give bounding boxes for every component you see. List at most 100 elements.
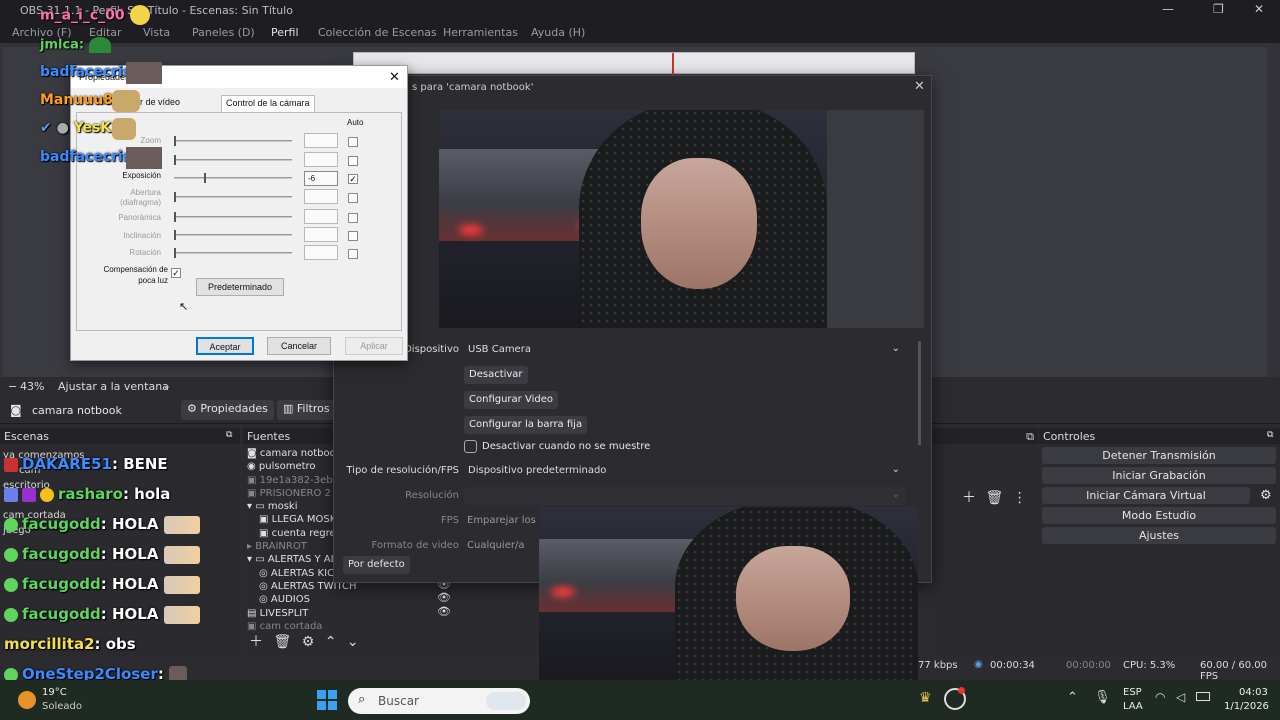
mixer-float-icon[interactable]: ⧉ — [932, 428, 1038, 444]
minimize-icon[interactable]: — — [1162, 2, 1174, 16]
focus-slider[interactable] — [174, 155, 292, 165]
close-icon[interactable]: ✕ — [914, 79, 925, 94]
zoom-minus-icon[interactable]: − — [8, 380, 17, 393]
zoom-mode[interactable]: Ajustar a la ventana — [58, 380, 169, 393]
start-virtualcam-button[interactable]: Iniciar Cámara Virtual — [1042, 487, 1250, 504]
language-code[interactable]: ESP — [1123, 687, 1142, 698]
app-icon[interactable]: ♛ — [919, 690, 932, 706]
microphone-icon[interactable]: 🎙 — [1094, 690, 1111, 705]
menu-paneles[interactable]: Paneles (D) — [192, 26, 255, 39]
slider-thumb[interactable] — [174, 230, 176, 240]
menu-vista[interactable]: Vista — [143, 26, 170, 39]
default-button[interactable]: Predeterminado — [196, 278, 284, 296]
gear-icon[interactable]: ⚙ — [302, 634, 315, 650]
chevron-up-icon[interactable]: ⌃ — [1067, 690, 1078, 705]
exposure-slider[interactable] — [174, 173, 292, 183]
focus-auto-checkbox[interactable] — [348, 156, 358, 166]
clock-time[interactable]: 04:03 — [1239, 687, 1268, 698]
gear-icon[interactable]: ⚙ — [1260, 488, 1272, 503]
tilt-slider[interactable] — [174, 230, 292, 240]
configure-video-button[interactable]: Configurar Video — [464, 391, 558, 409]
selected-source-name: camara notbook — [32, 404, 122, 417]
resolution-select[interactable]: ⌄ — [464, 487, 906, 505]
dock-float-icon[interactable]: ⧉ — [1267, 430, 1273, 440]
battery-icon[interactable] — [1196, 692, 1210, 701]
aperture-auto-checkbox[interactable] — [348, 193, 358, 203]
ok-button[interactable]: Aceptar — [196, 337, 254, 355]
menu-herramientas[interactable]: Herramientas — [443, 26, 518, 39]
close-icon[interactable]: ✕ — [1254, 2, 1264, 16]
slider-thumb[interactable] — [174, 248, 176, 258]
menu-perfil[interactable]: Perfil — [271, 26, 299, 39]
pan-value[interactable] — [304, 209, 338, 224]
weather-desc[interactable]: Soleado — [42, 701, 82, 712]
deactivate-button[interactable]: Desactivar — [464, 366, 528, 384]
add-icon[interactable]: ＋ — [249, 634, 263, 650]
start-recording-button[interactable]: Iniciar Grabación — [1042, 467, 1276, 484]
speaker-icon[interactable]: ◁ — [1176, 690, 1185, 704]
defaults-button[interactable]: Por defecto — [343, 556, 410, 574]
aperture-slider[interactable] — [174, 192, 292, 202]
source-label: PRISIONERO 2 — [259, 487, 331, 499]
taskbar-search[interactable]: ⌕ Buscar — [348, 688, 530, 714]
res-type-select[interactable]: Dispositivo predeterminado ⌄ — [464, 462, 906, 480]
zoom-value[interactable] — [304, 133, 338, 148]
weather-temp[interactable]: 19°C — [42, 687, 67, 698]
slider-thumb[interactable] — [174, 212, 176, 222]
wifi-icon[interactable]: ◠ — [1155, 690, 1165, 704]
clock-date[interactable]: 1/1/2026 — [1224, 701, 1269, 712]
add-icon[interactable]: ＋ — [962, 490, 976, 506]
lowlight-checkbox[interactable]: ✓ — [171, 268, 181, 278]
studio-mode-button[interactable]: Modo Estudio — [1042, 507, 1276, 524]
keyboard-layout[interactable]: LAA — [1123, 701, 1143, 712]
zoom-auto-checkbox[interactable] — [348, 137, 358, 147]
windows-start-icon[interactable] — [317, 690, 337, 710]
tab-camera-control[interactable]: Control de la cámara — [221, 95, 315, 113]
stop-stream-button[interactable]: Detener Transmisión — [1042, 447, 1276, 464]
source-item[interactable]: ▤ LIVESPLIT — [247, 607, 357, 620]
maximize-icon[interactable]: ❐ — [1213, 2, 1224, 16]
cancel-button[interactable]: Cancelar — [267, 337, 331, 355]
down-icon[interactable]: ⌄ — [347, 634, 359, 650]
trash-icon[interactable]: 🗑 — [273, 634, 291, 650]
eye-icon[interactable]: 👁 — [437, 591, 451, 604]
exposure-auto-checkbox[interactable]: ✓ — [348, 174, 358, 184]
settings-button[interactable]: Ajustes — [1042, 527, 1276, 544]
dock-float-icon[interactable]: ⧉ — [226, 430, 232, 440]
eye-icon[interactable]: 👁 — [437, 605, 451, 618]
menu-coleccion[interactable]: Colección de Escenas — [318, 26, 437, 39]
menu-ayuda[interactable]: Ayuda (H) — [531, 26, 585, 39]
hide-checkbox[interactable] — [464, 440, 477, 453]
slider-thumb[interactable] — [174, 136, 176, 146]
chat-line: badfacecris: — [40, 149, 137, 165]
rotation-auto-checkbox[interactable] — [348, 249, 358, 259]
chevron-down-icon[interactable]: ⌄ — [162, 379, 171, 392]
configure-crossbar-button[interactable]: Configurar la barra fija — [464, 416, 588, 434]
slider-thumb[interactable] — [174, 155, 176, 165]
apply-button[interactable]: Aplicar — [345, 337, 403, 355]
filters-button[interactable]: ▥ Filtros — [277, 400, 336, 420]
exposure-value[interactable]: -6 — [304, 171, 338, 186]
zoom-slider[interactable] — [174, 136, 292, 146]
scrollbar[interactable] — [918, 341, 921, 445]
trash-icon[interactable]: 🗑 — [985, 490, 1003, 506]
tilt-value[interactable] — [304, 227, 338, 242]
up-icon[interactable]: ⌃ — [325, 634, 337, 650]
properties-button[interactable]: ⚙ Propiedades — [181, 400, 274, 420]
close-icon[interactable]: ✕ — [389, 69, 400, 85]
device-select[interactable]: USB Camera ⌄ — [464, 341, 906, 359]
tilt-auto-checkbox[interactable] — [348, 231, 358, 241]
rotation-value[interactable] — [304, 245, 338, 260]
window-titlebar: OBS 31.1.1 - Perfil: Sin Título - Escena… — [0, 0, 1280, 21]
format-value[interactable]: Cualquier/a — [467, 540, 524, 551]
aperture-value[interactable] — [304, 189, 338, 204]
source-item[interactable]: ◎ AUDIOS — [247, 593, 357, 606]
rotation-slider[interactable] — [174, 248, 292, 258]
slider-thumb[interactable] — [174, 192, 176, 202]
more-icon[interactable]: ⋮ — [1013, 490, 1027, 506]
slider-thumb[interactable] — [204, 173, 206, 183]
pan-slider[interactable] — [174, 212, 292, 222]
pan-auto-checkbox[interactable] — [348, 213, 358, 223]
chat-line: morcillita2: obs — [4, 635, 136, 653]
focus-value[interactable] — [304, 152, 338, 167]
